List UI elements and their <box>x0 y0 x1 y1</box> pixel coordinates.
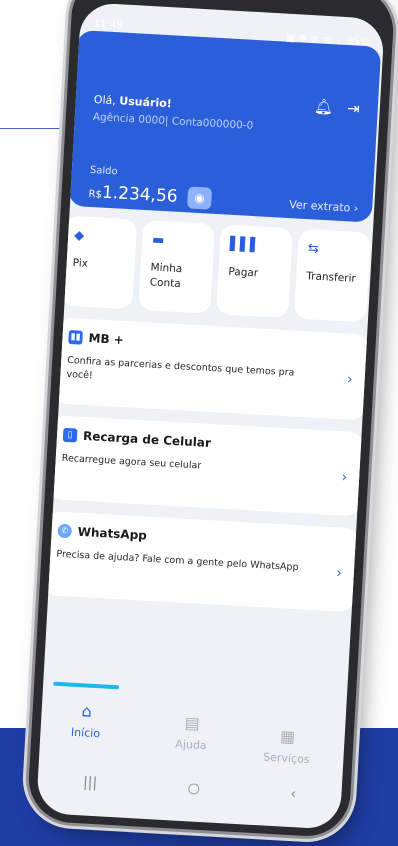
tab-label: Início <box>70 725 101 741</box>
active-tab-indicator <box>53 681 120 690</box>
tab-ajuda[interactable]: ▤ Ajuda <box>156 712 228 754</box>
action-transferir[interactable]: ⇆ Transferir <box>293 228 371 323</box>
logout-icon[interactable]: ⇥ <box>347 99 361 118</box>
card-title: ✆ WhatsApp <box>57 523 148 543</box>
balance-label: Saldo <box>89 164 118 178</box>
greeting-prefix: Olá, <box>93 92 120 108</box>
balance-value: R$1.234,56 <box>88 182 178 207</box>
action-pix[interactable]: ◆ Pix <box>60 215 138 310</box>
barcode-icon: ▌▌▌ <box>229 236 261 254</box>
quick-actions: ◆ Pix ▬ Minha Conta ▌▌▌ Pagar ⇆ Transfer… <box>60 215 371 325</box>
phone-recharge-icon: ▯ <box>62 427 78 443</box>
card-recarga[interactable]: ▯ Recarga de Celular Recarregue agora seu… <box>47 415 364 517</box>
action-pagar[interactable]: ▌▌▌ Pagar <box>216 224 293 319</box>
card-title: ▮▮ MB + <box>68 329 125 348</box>
user-name: Usuário! <box>118 94 173 111</box>
recent-apps-button[interactable]: ||| <box>83 774 98 791</box>
chevron-right-icon: › <box>346 371 354 388</box>
amount: 1.234,56 <box>101 182 179 207</box>
tab-label: Serviços <box>262 750 310 767</box>
card-description: Precisa de ajuda? Fale com a gente pelo … <box>56 548 299 574</box>
mb-plus-icon: ▮▮ <box>68 329 83 345</box>
card-description: Confira as parcerias e descontos que tem… <box>66 354 295 382</box>
tab-servicos[interactable]: ▦ Serviços <box>251 725 323 767</box>
agency-account: Agência 0000| Conta000000-0 <box>92 110 254 132</box>
transfer-icon: ⇆ <box>307 241 320 257</box>
card-title: ▯ Recarga de Celular <box>62 427 212 451</box>
balance-row: R$1.234,56 ◉ <box>88 181 213 210</box>
help-document-icon: ▤ <box>184 713 201 733</box>
bell-icon[interactable]: 🔔︎ <box>314 97 334 116</box>
home-icon: ⌂ <box>81 701 93 721</box>
app-screen: 11:48 ▣ ✻ ✉ ᯤ ⋮ 95% Olá, Usuário! Agênci… <box>35 2 385 830</box>
action-label: Minha Conta <box>149 261 183 291</box>
action-label: Pix <box>72 257 89 270</box>
card-title-text: Recarga de Celular <box>82 428 212 451</box>
back-button[interactable]: ‹ <box>290 786 296 802</box>
tab-inicio[interactable]: ⌂ Início <box>50 700 122 742</box>
card-description: Recarregue agora seu celular <box>61 452 202 472</box>
phone-frame: 11:48 ▣ ✻ ✉ ᯤ ⋮ 95% Olá, Usuário! Agênci… <box>26 0 396 839</box>
card-title-text: MB + <box>88 331 125 348</box>
card-mb-plus[interactable]: ▮▮ MB + Confira as parcerias e descontos … <box>52 317 370 421</box>
account-header: Olá, Usuário! Agência 0000| Conta000000-… <box>67 29 382 223</box>
card-whatsapp[interactable]: ✆ WhatsApp Precisa de ajuda? Fale com a g… <box>42 511 359 613</box>
grid-icon: ▦ <box>279 726 296 747</box>
statement-link[interactable]: Ver extrato › <box>289 198 359 215</box>
hide-balance-icon[interactable]: ◉ <box>186 186 213 210</box>
wallet-icon: ▬ <box>151 232 165 249</box>
chevron-right-icon: › <box>335 565 343 582</box>
tab-label: Ajuda <box>175 737 207 753</box>
header-actions: 🔔︎ ⇥ <box>314 97 361 118</box>
greeting: Olá, Usuário! <box>94 93 173 110</box>
card-title-text: WhatsApp <box>77 524 148 543</box>
status-time: 11:48 <box>93 18 124 32</box>
action-minha-conta[interactable]: ▬ Minha Conta <box>138 219 216 314</box>
chevron-right-icon: › <box>341 469 348 486</box>
pix-icon: ◆ <box>73 228 85 244</box>
action-label: Transferir <box>306 270 357 285</box>
home-button[interactable]: ○ <box>187 780 200 797</box>
whatsapp-icon: ✆ <box>57 523 73 539</box>
currency: R$ <box>88 188 103 201</box>
phone-mockup: 11:48 ▣ ✻ ✉ ᯤ ⋮ 95% Olá, Usuário! Agênci… <box>26 0 396 846</box>
action-label: Pagar <box>228 265 259 280</box>
